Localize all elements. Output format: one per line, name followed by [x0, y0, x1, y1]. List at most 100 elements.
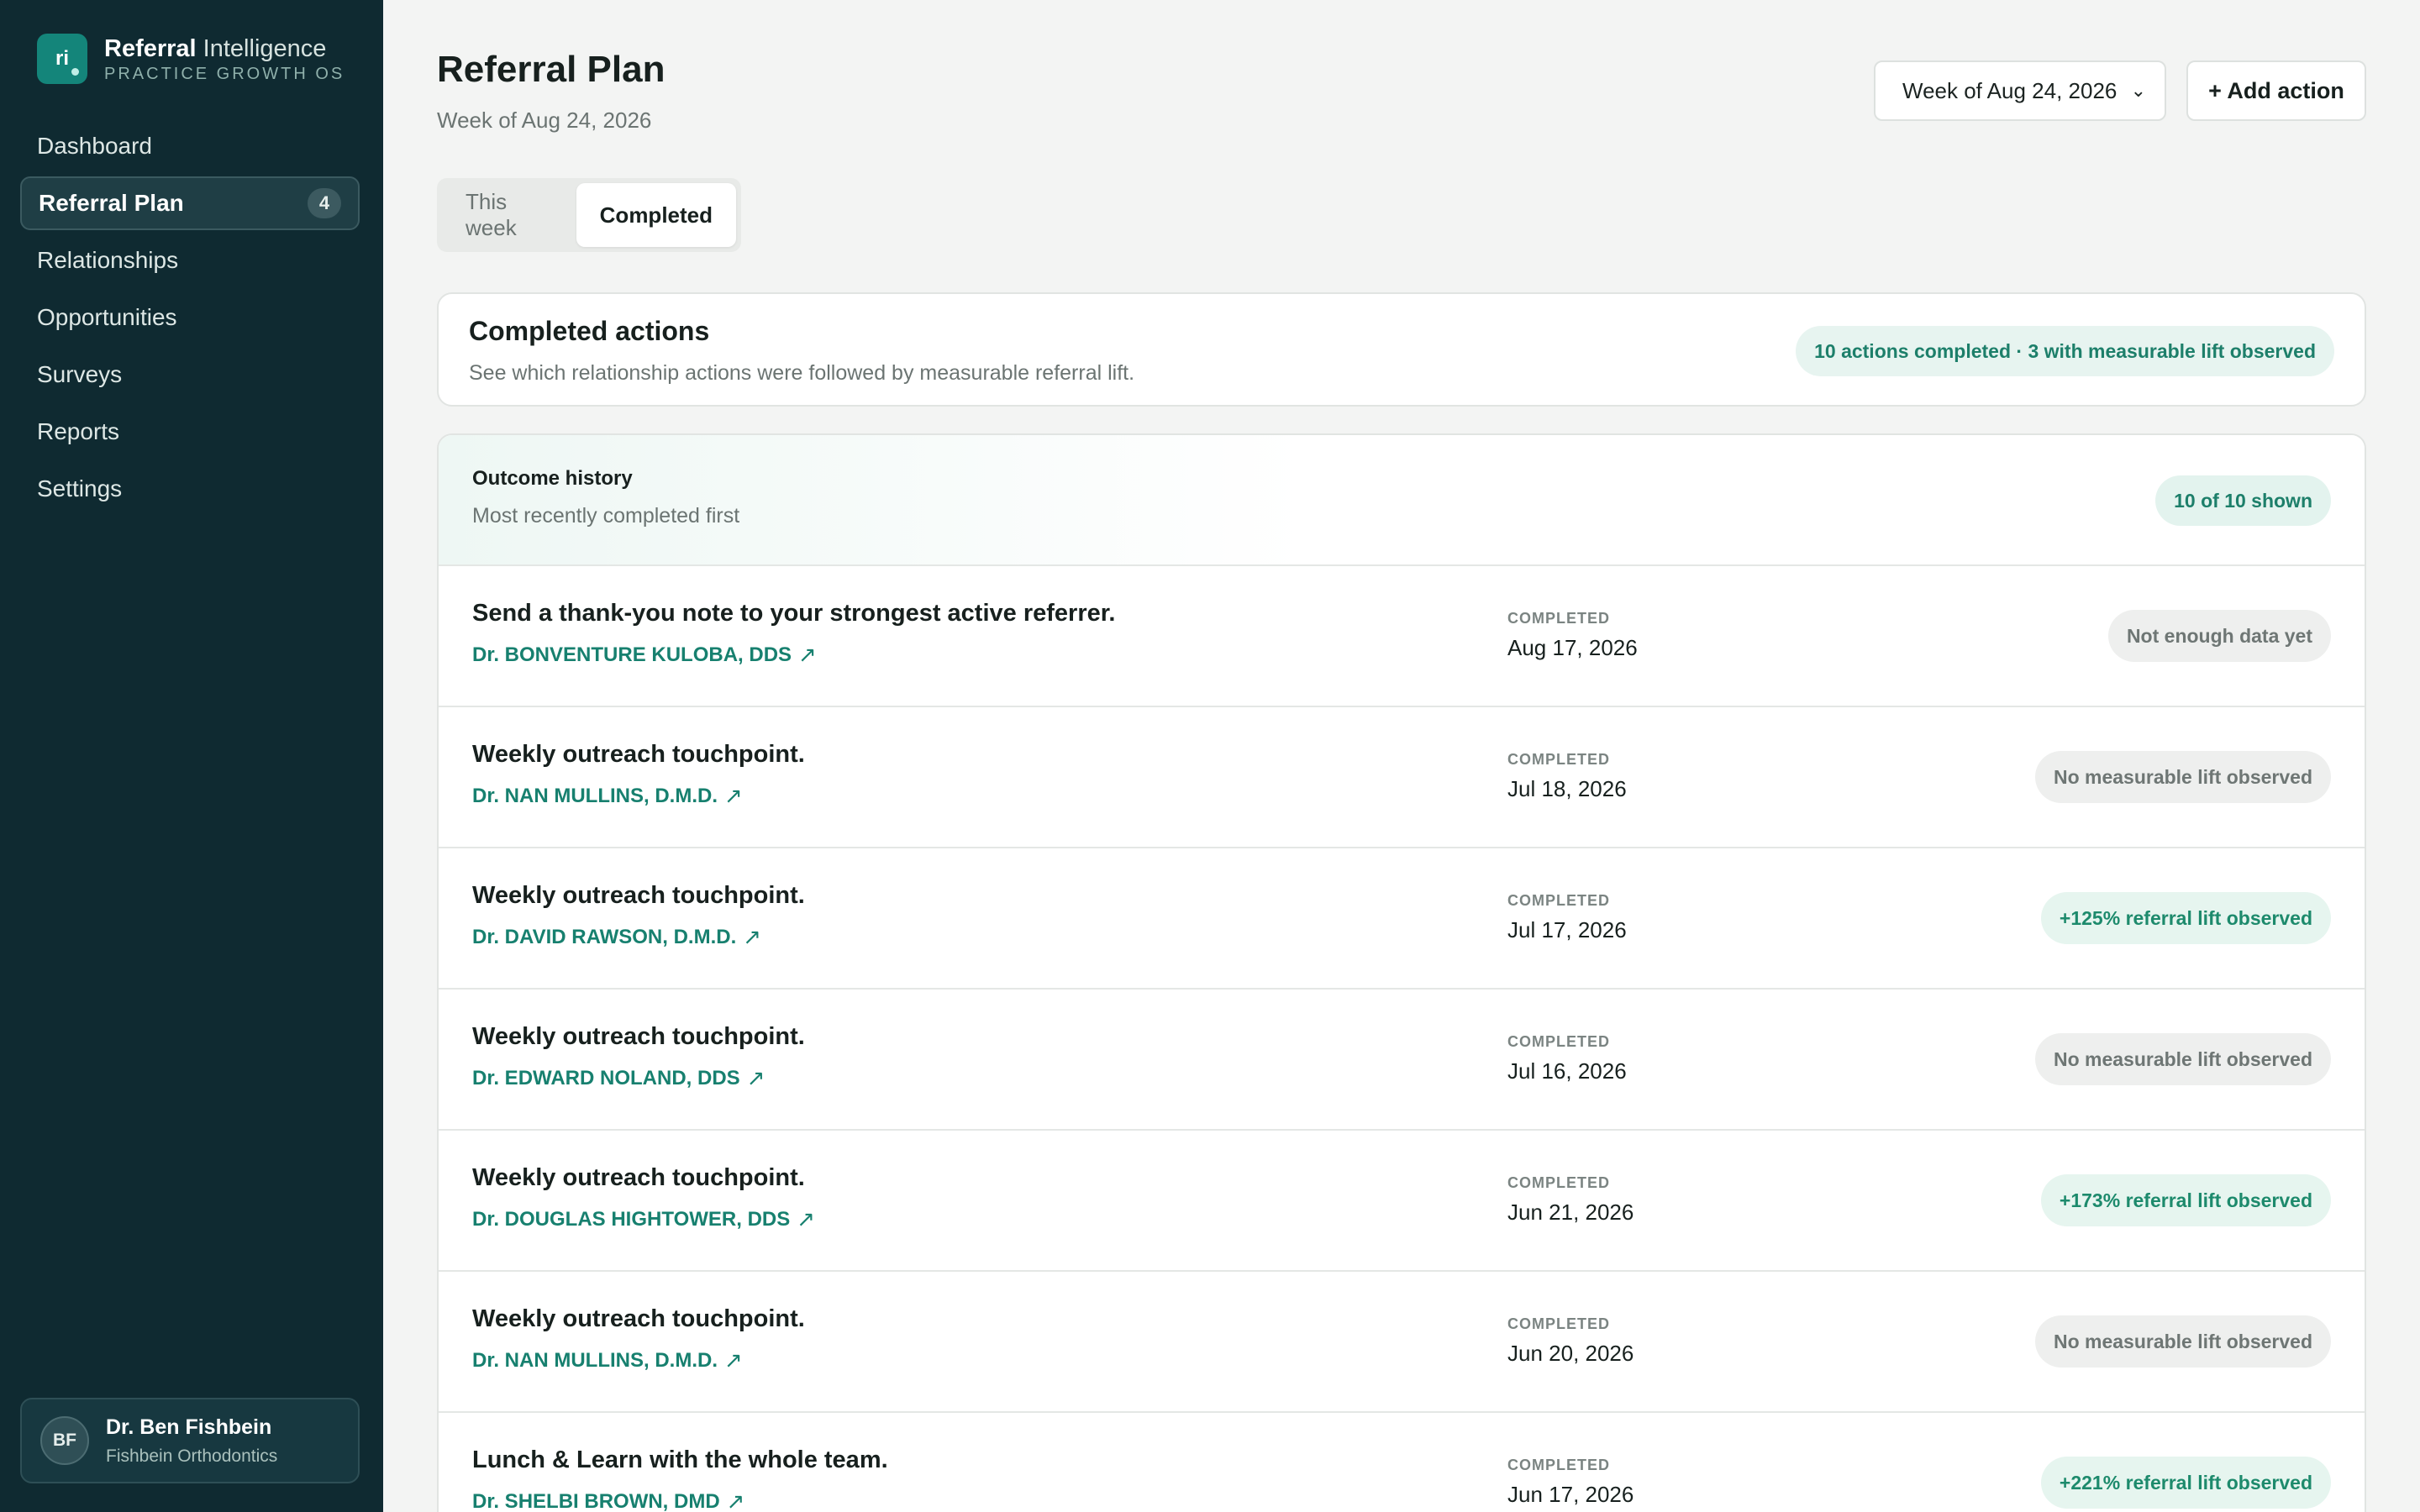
nav-item-opportunities[interactable]: Opportunities — [20, 291, 360, 344]
add-action-button[interactable]: + Add action — [2186, 60, 2366, 121]
nav-item-relationships[interactable]: Relationships — [20, 234, 360, 287]
external-link-icon: ↗ — [743, 924, 762, 949]
doctor-link[interactable]: Dr. NAN MULLINS, D.M.D. ↗ — [472, 1347, 743, 1373]
external-link-icon: ↗ — [724, 783, 743, 808]
doctor-link[interactable]: Dr. DAVID RAWSON, D.M.D. ↗ — [472, 924, 761, 950]
tab-this-week[interactable]: This week — [442, 183, 576, 247]
completed-label: COMPLETED — [1507, 1315, 1611, 1332]
nav-item-label: Settings — [37, 475, 123, 501]
table-row: Lunch & Learn with the whole team. Dr. S… — [439, 1413, 2365, 1512]
doctor-name: Dr. SHELBI BROWN, DMD — [472, 1489, 720, 1512]
completed-label: COMPLETED — [1507, 1174, 1611, 1191]
sidebar: ri Referral Intelligence PRACTICE GROWTH… — [0, 0, 383, 1512]
doctor-name: Dr. EDWARD NOLAND, DDS — [472, 1066, 740, 1089]
week-select-value: Week of Aug 24, 2026 — [1902, 77, 2118, 103]
brand[interactable]: ri Referral Intelligence PRACTICE GROWTH… — [37, 34, 345, 84]
action-title: Weekly outreach touchpoint. — [472, 1164, 805, 1191]
outcome-status-badge: No measurable lift observed — [2034, 1033, 2331, 1085]
nav-item-dashboard[interactable]: Dashboard — [20, 119, 360, 173]
outcome-status-badge: +221% referral lift observed — [2040, 1457, 2331, 1509]
doctor-link[interactable]: Dr. NAN MULLINS, D.M.D. ↗ — [472, 783, 743, 809]
brand-logo-dot — [71, 68, 79, 76]
table-row: Weekly outreach touchpoint. Dr. DAVID RA… — [439, 848, 2365, 990]
doctor-name: Dr. NAN MULLINS, D.M.D. — [472, 1348, 718, 1372]
brand-name: Referral Intelligence — [104, 34, 345, 63]
doctor-link[interactable]: Dr. BONVENTURE KULOBA, DDS ↗ — [472, 642, 817, 668]
completed-summary-card: Completed actions See which relationship… — [437, 292, 2366, 407]
summary-status-badge: 10 actions completed · 3 with measurable… — [1796, 326, 2334, 376]
page-title: Referral Plan — [437, 49, 666, 90]
shown-count-badge: 10 of 10 shown — [2155, 475, 2331, 526]
completed-label: COMPLETED — [1507, 751, 1611, 768]
table-row: Weekly outreach touchpoint. Dr. DOUGLAS … — [439, 1131, 2365, 1272]
outcome-status-badge: No measurable lift observed — [2034, 751, 2331, 803]
nav-item-label: Relationships — [37, 247, 179, 273]
nav-item-label: Dashboard — [37, 133, 152, 159]
action-title: Lunch & Learn with the whole team. — [472, 1446, 888, 1473]
tab-completed[interactable]: Completed — [576, 183, 736, 247]
doctor-link[interactable]: Dr. EDWARD NOLAND, DDS ↗ — [472, 1065, 765, 1091]
completed-date: Jul 16, 2026 — [1507, 1058, 1627, 1084]
completed-date: Jun 20, 2026 — [1507, 1341, 1634, 1366]
completed-label: COMPLETED — [1507, 1033, 1611, 1050]
external-link-icon: ↗ — [797, 1206, 816, 1231]
brand-logo-text: ri — [55, 47, 69, 70]
nav-item-label: Opportunities — [37, 304, 177, 330]
doctor-name: Dr. BONVENTURE KULOBA, DDS — [472, 643, 792, 666]
week-select[interactable]: Week of Aug 24, 2026 ⌄ — [1874, 60, 2166, 121]
user-name: Dr. Ben Fishbein — [106, 1415, 272, 1439]
brand-text: Referral Intelligence PRACTICE GROWTH OS — [104, 34, 345, 84]
nav-item-referral-plan[interactable]: Referral Plan 4 — [20, 176, 360, 230]
table-row: Weekly outreach touchpoint. Dr. NAN MULL… — [439, 1272, 2365, 1413]
completed-date: Jul 17, 2026 — [1507, 917, 1627, 942]
action-title: Weekly outreach touchpoint. — [472, 741, 805, 768]
page-subtitle: Week of Aug 24, 2026 — [437, 108, 652, 133]
outcome-status-badge: No measurable lift observed — [2034, 1315, 2331, 1368]
brand-name-bold: Referral — [104, 34, 197, 62]
completed-label: COMPLETED — [1507, 1457, 1611, 1473]
table-row: Weekly outreach touchpoint. Dr. NAN MULL… — [439, 707, 2365, 848]
summary-description: See which relationship actions were foll… — [469, 361, 1135, 385]
nav-item-surveys[interactable]: Surveys — [20, 348, 360, 402]
external-link-icon: ↗ — [724, 1347, 743, 1373]
brand-name-rest: Intelligence — [196, 34, 327, 62]
external-link-icon: ↗ — [726, 1488, 745, 1512]
doctor-name: Dr. DAVID RAWSON, D.M.D. — [472, 925, 737, 948]
action-title: Weekly outreach touchpoint. — [472, 882, 805, 909]
outcome-status-badge: Not enough data yet — [2107, 610, 2331, 662]
table-row: Weekly outreach touchpoint. Dr. EDWARD N… — [439, 990, 2365, 1131]
plan-tabs: This week Completed — [437, 178, 741, 252]
brand-logo-icon: ri — [37, 34, 87, 84]
outcome-status-badge: +173% referral lift observed — [2040, 1174, 2331, 1226]
nav-count-badge: 4 — [308, 188, 341, 218]
completed-label: COMPLETED — [1507, 610, 1611, 627]
external-link-icon: ↗ — [746, 1065, 765, 1090]
action-title: Weekly outreach touchpoint. — [472, 1305, 805, 1332]
chevron-down-icon: ⌄ — [2130, 80, 2146, 101]
action-title: Weekly outreach touchpoint. — [472, 1023, 805, 1050]
nav-item-reports[interactable]: Reports — [20, 405, 360, 459]
main-content: Referral Plan Week of Aug 24, 2026 Week … — [437, 0, 2366, 1512]
user-card[interactable]: BF Dr. Ben Fishbein Fishbein Orthodontic… — [20, 1398, 360, 1483]
completed-label: COMPLETED — [1507, 892, 1611, 909]
doctor-name: Dr. DOUGLAS HIGHTOWER, DDS — [472, 1207, 791, 1231]
doctor-link[interactable]: Dr. DOUGLAS HIGHTOWER, DDS ↗ — [472, 1206, 815, 1232]
sidebar-nav: Dashboard Referral Plan 4 Relationships … — [20, 119, 360, 519]
outcome-history-title: Outcome history — [472, 467, 633, 490]
outcome-status-badge: +125% referral lift observed — [2040, 892, 2331, 944]
avatar: BF — [40, 1416, 89, 1465]
brand-tagline: PRACTICE GROWTH OS — [104, 64, 345, 83]
outcome-history-card: Outcome history Most recently completed … — [437, 433, 2366, 1512]
completed-date: Aug 17, 2026 — [1507, 635, 1638, 660]
doctor-link[interactable]: Dr. SHELBI BROWN, DMD ↗ — [472, 1488, 744, 1512]
nav-item-label: Referral Plan — [39, 190, 184, 216]
nav-item-label: Surveys — [37, 361, 123, 387]
completed-date: Jun 17, 2026 — [1507, 1482, 1634, 1507]
action-title: Send a thank-you note to your strongest … — [472, 600, 1116, 627]
external-link-icon: ↗ — [798, 642, 817, 667]
doctor-name: Dr. NAN MULLINS, D.M.D. — [472, 784, 718, 807]
completed-date: Jul 18, 2026 — [1507, 776, 1627, 801]
nav-item-settings[interactable]: Settings — [20, 462, 360, 516]
user-org: Fishbein Orthodontics — [106, 1446, 278, 1466]
table-row: Send a thank-you note to your strongest … — [439, 566, 2365, 707]
